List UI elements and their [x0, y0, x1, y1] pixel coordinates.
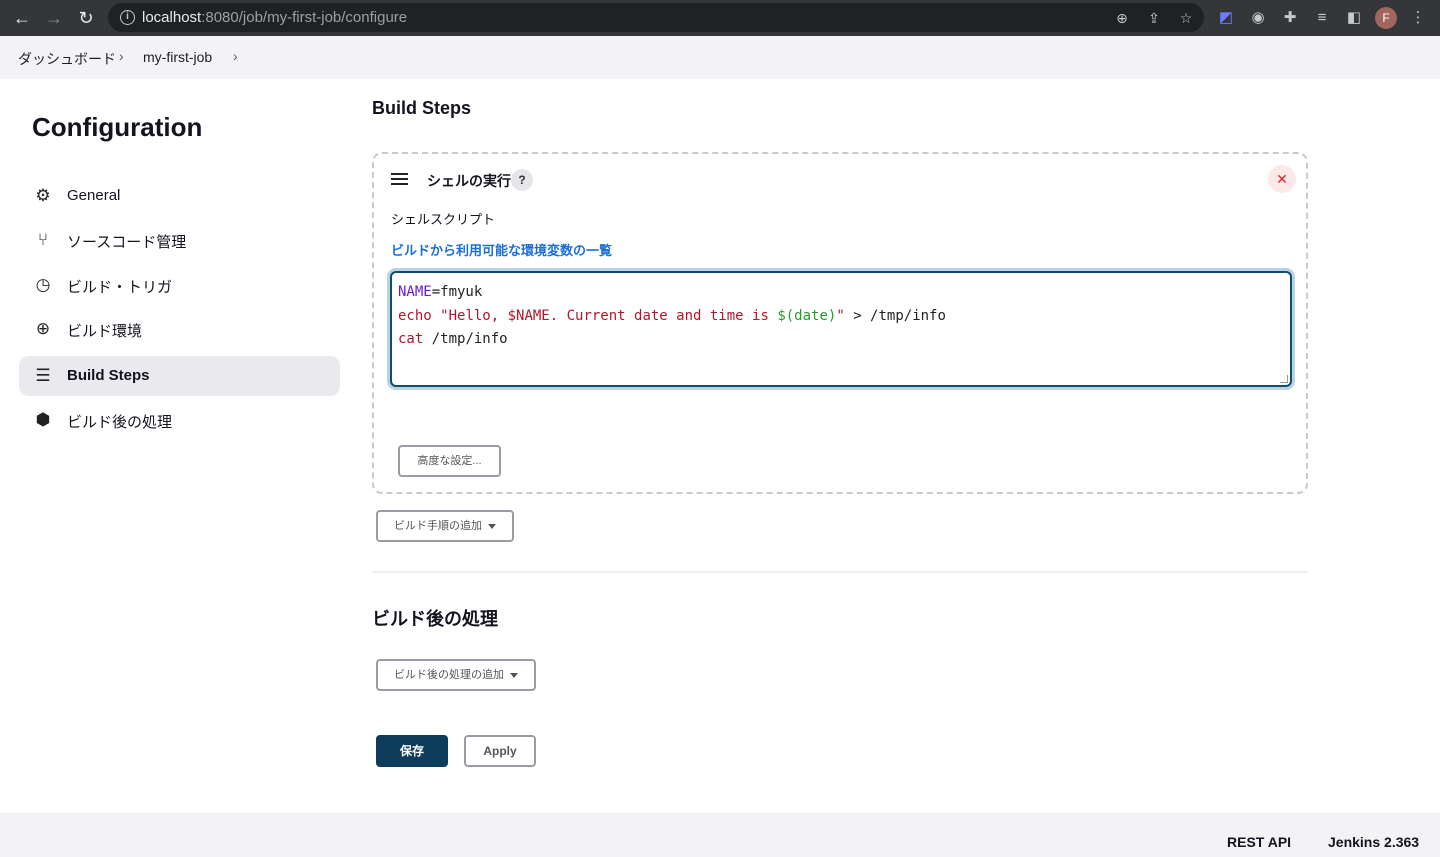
add-post-build-button[interactable]: ビルド後の処理の追加 [376, 659, 536, 691]
bookmark-star-icon[interactable]: ☆ [1177, 9, 1195, 27]
add-build-step-label: ビルド手順の追加 [394, 520, 482, 532]
sidebar-item-scm[interactable]: ⑂ ソースコード管理 [19, 220, 340, 260]
gear-icon: ⚙ [35, 186, 51, 205]
step-title: シェルの実行 [427, 173, 511, 189]
sidebar-item-label: ソースコード管理 [67, 234, 187, 251]
sidebar-item-post-build[interactable]: ⬢ ビルド後の処理 [19, 400, 340, 440]
timer-icon: ◷ [35, 275, 51, 294]
shell-script-label: シェルスクリプト [391, 212, 496, 227]
sidebar-item-build-steps[interactable]: ☰ Build Steps [19, 356, 340, 396]
list-icon: ☰ [35, 366, 51, 385]
add-build-step-button[interactable]: ビルド手順の追加 [376, 510, 514, 542]
profile-avatar[interactable]: F [1375, 7, 1397, 29]
extensions-puzzle-icon[interactable]: ✚ [1280, 8, 1300, 28]
resize-handle-icon[interactable] [1280, 375, 1288, 383]
forward-icon[interactable]: → [43, 7, 65, 29]
sidebar-item-label: Build Steps [67, 367, 150, 384]
code-line: NAME=fmyuk [398, 284, 483, 300]
code-line: cat /tmp/info [398, 331, 508, 347]
caret-down-icon [488, 523, 496, 529]
code-line: echo "Hello, $NAME. Current date and tim… [398, 307, 946, 324]
browser-menu-icon[interactable]: ⋮ [1408, 8, 1428, 28]
drag-handle-icon[interactable] [391, 173, 408, 185]
build-steps-heading: Build Steps [372, 98, 472, 118]
media-control-icon[interactable]: ≡ [1312, 8, 1332, 28]
apply-button[interactable]: Apply [464, 735, 536, 767]
browser-toolbar: ← → ↻ i localhost:8080/job/my-first-job/… [0, 0, 1440, 36]
breadcrumb: ダッシュボード › my-first-job › [0, 36, 1440, 79]
build-step-card: シェルの実行 ? ✕ シェルスクリプト ビルドから利用可能な環境変数の一覧 NA… [372, 152, 1308, 494]
sidebar-item-general[interactable]: ⚙ General [19, 176, 340, 216]
sidebar-item-label: ビルド・トリガ [67, 279, 173, 296]
caret-down-icon [510, 672, 518, 678]
package-icon: ⬢ [35, 410, 51, 429]
zoom-icon[interactable]: ⊕ [1113, 9, 1131, 27]
post-build-heading: ビルド後の処理 [372, 609, 498, 629]
shell-script-editor[interactable]: NAME=fmyuk echo "Hello, $NAME. Current d… [390, 271, 1292, 387]
reload-icon[interactable]: ↻ [75, 7, 97, 29]
advanced-settings-button[interactable]: 高度な設定... [398, 445, 501, 477]
jenkins-version-link[interactable]: Jenkins 2.363 [1328, 834, 1419, 850]
branch-icon: ⑂ [37, 230, 49, 249]
breadcrumb-dashboard[interactable]: ダッシュボード [18, 49, 116, 69]
page-title: Configuration [32, 112, 203, 142]
add-post-build-label: ビルド後の処理の追加 [394, 669, 504, 681]
env-vars-link[interactable]: ビルドから利用可能な環境変数の一覧 [391, 240, 612, 259]
rest-api-link[interactable]: REST API [1227, 834, 1291, 850]
sidebar-item-build-environment[interactable]: ⊕ ビルド環境 [19, 309, 340, 349]
sidebar-item-label: General [67, 187, 121, 204]
site-info-icon[interactable]: i [120, 10, 135, 25]
sidebar-item-label: ビルド環境 [67, 323, 143, 340]
share-icon[interactable]: ⇪ [1145, 9, 1163, 27]
address-bar[interactable]: i localhost:8080/job/my-first-job/config… [108, 3, 1204, 32]
save-button[interactable]: 保存 [376, 735, 448, 767]
extension-icon[interactable]: ◩ [1216, 8, 1236, 28]
chevron-right-icon[interactable]: › [119, 48, 124, 64]
sidebar-item-label: ビルド後の処理 [67, 414, 173, 431]
url-text: localhost:8080/job/my-first-job/configur… [142, 9, 408, 26]
chevron-right-icon[interactable]: › [233, 48, 238, 64]
section-divider [372, 571, 1308, 573]
sidebar-item-build-triggers[interactable]: ◷ ビルド・トリガ [19, 265, 340, 305]
footer: REST API Jenkins 2.363 [0, 813, 1440, 857]
globe-icon: ⊕ [35, 319, 51, 338]
help-icon[interactable]: ? [511, 169, 533, 191]
back-icon[interactable]: ← [11, 7, 33, 29]
close-icon[interactable]: ✕ [1268, 165, 1296, 193]
side-panel-icon[interactable]: ◧ [1344, 8, 1364, 28]
breadcrumb-job[interactable]: my-first-job [143, 49, 212, 65]
extension-icon[interactable]: ◉ [1248, 8, 1268, 28]
